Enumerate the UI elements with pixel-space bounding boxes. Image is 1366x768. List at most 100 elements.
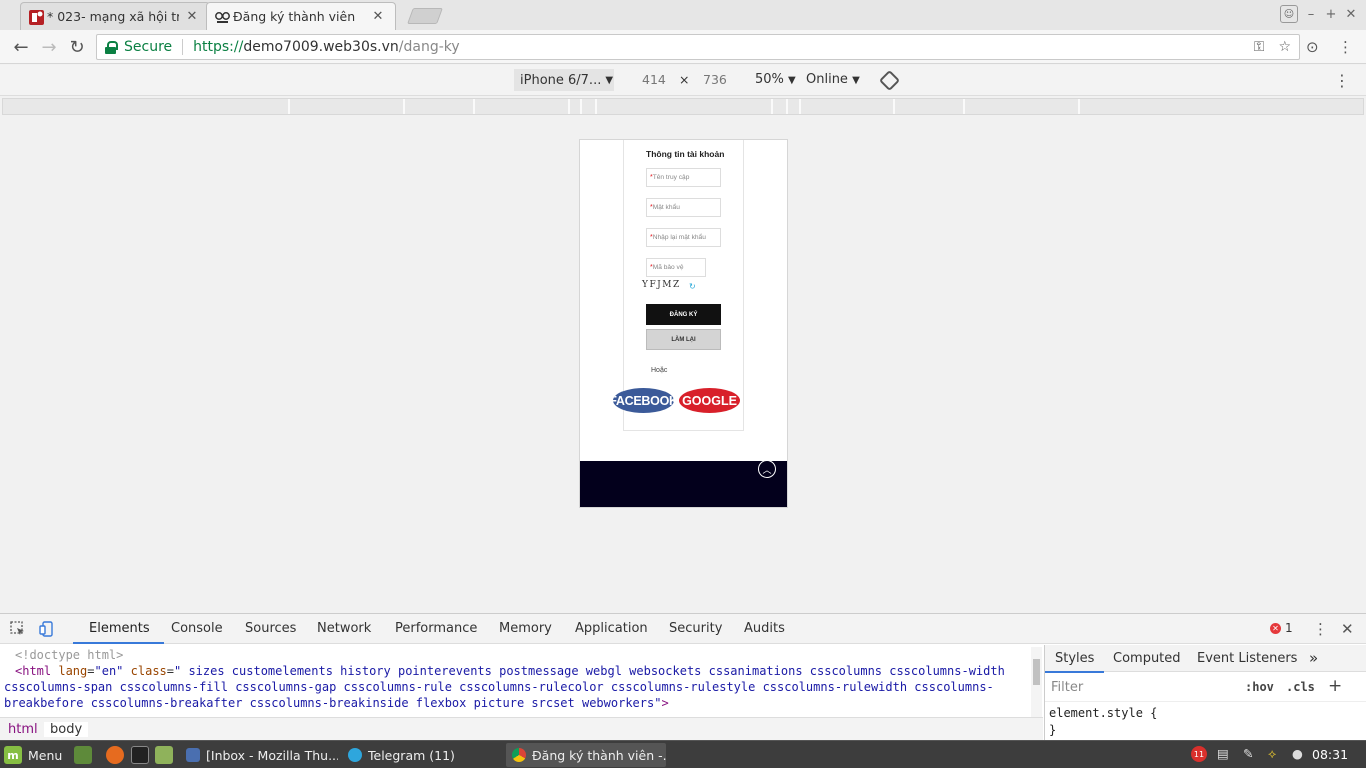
site-logo-icon <box>215 12 230 23</box>
media-query-ruler[interactable] <box>2 98 1364 115</box>
tab-memory[interactable]: Memory <box>499 621 552 636</box>
browser-menu-icon[interactable]: ⋮ <box>1338 38 1353 56</box>
terminal-icon[interactable] <box>131 746 149 764</box>
profile-icon[interactable]: ☺ <box>1280 5 1298 23</box>
confirm-password-field[interactable]: * Nhập lại mật khẩu <box>646 228 721 247</box>
tab-elements[interactable]: Elements <box>73 621 164 644</box>
close-devtools-icon[interactable]: ✕ <box>1341 620 1354 638</box>
key-icon[interactable]: ⚿ <box>1254 39 1265 55</box>
forward-arrow-icon[interactable]: → <box>38 36 60 58</box>
scroll-to-top-icon[interactable]: ︿ <box>758 460 776 478</box>
device-name: iPhone 6/7... <box>520 72 602 88</box>
error-counter[interactable]: ✕ 1 <box>1270 621 1293 635</box>
telegram-icon <box>348 748 362 762</box>
notification-badge[interactable]: 11 <box>1191 746 1207 762</box>
html-tag-close: > <box>661 696 669 710</box>
more-tabs-icon[interactable]: » <box>1309 649 1318 667</box>
taskbar-window-telegram[interactable]: Telegram (11) <box>342 743 502 767</box>
field-placeholder: Mật khẩu <box>652 204 680 211</box>
form-title: Thông tin tài khoản <box>646 149 725 159</box>
close-window-icon[interactable]: ✕ <box>1344 7 1358 22</box>
dimension-separator: × <box>679 72 690 87</box>
omnibox-icons: ⚿ ☆ <box>1254 39 1291 55</box>
styles-tab-bar: Styles Computed Event Listeners » <box>1044 645 1366 673</box>
maximize-icon[interactable]: + <box>1324 7 1338 22</box>
browser-tab-1[interactable]: * 023- mạng xã hội tran ✕ <box>20 2 210 30</box>
tab-application[interactable]: Application <box>575 621 648 636</box>
device-more-icon[interactable]: ⋮ <box>1334 71 1350 90</box>
network-icon[interactable]: ✎ <box>1243 746 1253 761</box>
styles-sidebar: Styles Computed Event Listeners » Filter… <box>1044 645 1366 741</box>
taskbar-window-thunderbird[interactable]: [Inbox - Mozilla Thu... <box>180 743 338 767</box>
dom-breadcrumbs: html body <box>0 717 1043 741</box>
user-icon[interactable]: ● <box>1292 746 1303 761</box>
tab-computed[interactable]: Computed <box>1113 651 1181 666</box>
browser-tab-2[interactable]: Đăng ký thành viên ✕ <box>206 2 396 30</box>
styles-filter-input[interactable]: Filter <box>1051 680 1083 695</box>
zoom-select[interactable]: 50% ▼ <box>755 72 796 87</box>
facebook-login-button[interactable]: FACEBOOK <box>613 388 674 413</box>
back-arrow-icon[interactable]: ← <box>10 36 32 58</box>
window-title: Đăng ký thành viên -... <box>532 747 666 763</box>
rule-close: } <box>1049 723 1057 737</box>
hover-state-toggle[interactable]: :hov <box>1245 680 1274 694</box>
taskbar-window-chrome[interactable]: Đăng ký thành viên -... <box>506 743 666 767</box>
tab-styles[interactable]: Styles <box>1044 651 1105 673</box>
rotate-icon[interactable] <box>878 69 901 92</box>
camera-icon[interactable]: ⊙ <box>1306 38 1319 56</box>
device-viewport: Thông tin tài khoản * Tên truy cập * Mật k… <box>579 139 788 508</box>
google-login-button[interactable]: GOOGLE <box>679 388 740 413</box>
tab-audits[interactable]: Audits <box>744 621 785 636</box>
register-button[interactable]: ĐĂNG KÝ <box>646 304 721 325</box>
system-taskbar: m Menu [Inbox - Mozilla Thu... Telegram … <box>0 740 1366 768</box>
viewport-height[interactable]: 736 <box>703 72 727 87</box>
network-throttle-select[interactable]: Online ▼ <box>806 72 860 87</box>
elements-dom-tree[interactable]: <!doctype html> <html lang="en" class=" … <box>0 645 1043 716</box>
tab-sources[interactable]: Sources <box>245 621 296 636</box>
inspect-element-icon[interactable] <box>10 621 26 637</box>
minimize-icon[interactable]: – <box>1304 7 1318 22</box>
files-icon[interactable] <box>155 746 173 764</box>
dropdown-arrow-icon: ▼ <box>852 75 860 86</box>
elements-scrollbar[interactable] <box>1031 647 1042 717</box>
reset-button[interactable]: LÀM LẠI <box>646 329 721 350</box>
update-manager-icon[interactable]: ⟡ <box>1268 746 1276 762</box>
captcha-field[interactable]: * Mã bảo vệ <box>646 258 706 277</box>
firefox-icon[interactable] <box>106 746 124 764</box>
keyboard-layout-icon[interactable]: ▤ <box>1217 746 1229 761</box>
close-tab-icon[interactable]: ✕ <box>185 9 199 24</box>
tab-security[interactable]: Security <box>669 621 722 636</box>
tab-event-listeners[interactable]: Event Listeners <box>1197 651 1297 666</box>
bookmark-star-icon[interactable]: ☆ <box>1278 39 1291 55</box>
password-field[interactable]: * Mật khẩu <box>646 198 721 217</box>
breadcrumb-html[interactable]: html <box>8 722 38 737</box>
tab-performance[interactable]: Performance <box>395 621 477 636</box>
attr-lang: lang <box>58 664 88 678</box>
new-tab-button[interactable] <box>407 8 443 24</box>
reload-icon[interactable]: ↻ <box>66 36 88 58</box>
devtools-tab-bar: Elements Console Sources Network Perform… <box>0 614 1366 644</box>
viewport-width[interactable]: 414 <box>642 72 666 87</box>
doctype-node[interactable]: <!doctype html> <box>4 647 1039 663</box>
clock[interactable]: 08:31 <box>1312 747 1348 762</box>
tab-network[interactable]: Network <box>317 621 371 636</box>
address-bar[interactable]: Secure https://demo7009.web30s.vn/dang-k… <box>96 34 1300 60</box>
device-select[interactable]: iPhone 6/7... ▼ <box>514 69 614 91</box>
refresh-captcha-icon[interactable]: ↻ <box>689 282 696 291</box>
username-field[interactable]: * Tên truy cập <box>646 168 721 187</box>
class-toggle[interactable]: .cls <box>1286 680 1315 694</box>
close-tab-icon[interactable]: ✕ <box>371 9 385 24</box>
website-favicon-icon <box>29 10 44 25</box>
breadcrumb-body[interactable]: body <box>44 722 89 737</box>
devtools-menu-icon[interactable]: ⋮ <box>1313 620 1328 638</box>
element-style-rule[interactable]: element.style { } <box>1049 705 1157 739</box>
tab-console[interactable]: Console <box>171 621 223 636</box>
start-menu-button[interactable]: m Menu <box>4 746 62 764</box>
device-toggle-icon[interactable] <box>39 621 55 637</box>
new-style-rule-button[interactable]: + <box>1328 676 1342 696</box>
show-desktop-icon[interactable] <box>74 746 92 764</box>
error-icon: ✕ <box>1270 622 1281 634</box>
html-node[interactable]: <html lang="en" class=" sizes customelem… <box>4 663 1039 711</box>
network-value: Online <box>806 72 848 87</box>
lock-icon <box>105 40 118 54</box>
